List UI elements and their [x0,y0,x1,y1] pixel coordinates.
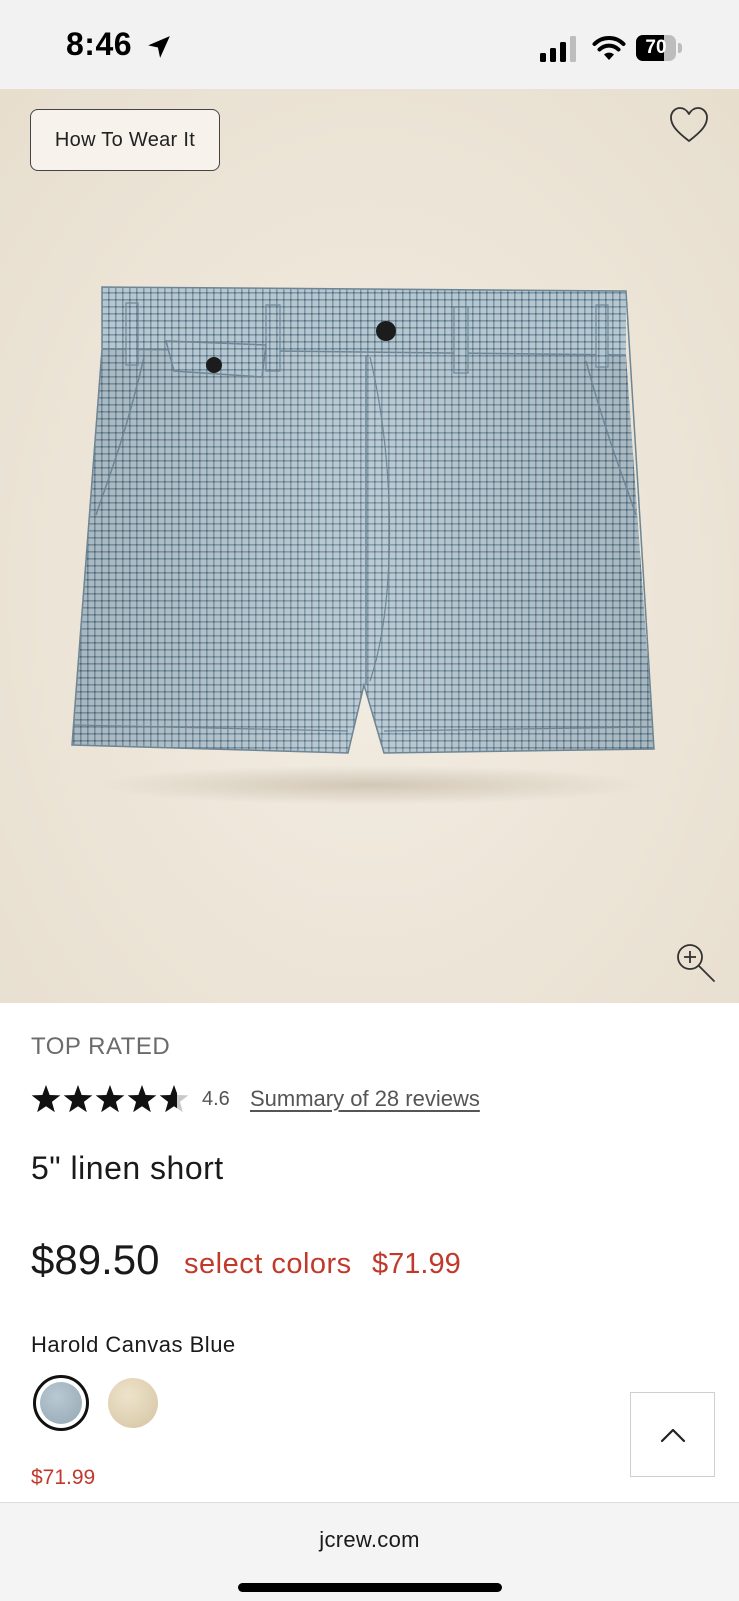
star-icon [127,1085,157,1113]
status-time: 8:46 [66,26,133,62]
color-swatch-beige[interactable] [108,1378,158,1428]
star-icon [31,1085,61,1113]
star-icon [95,1085,125,1113]
battery-icon: 70 [636,35,682,61]
zoom-in-icon[interactable] [674,941,718,985]
location-arrow-icon [148,36,170,58]
scroll-to-top-button[interactable] [630,1392,715,1477]
rating-value: 4.6 [202,1088,230,1110]
product-name: 5" linen short [31,1150,224,1186]
rating-stars [31,1085,189,1113]
star-icon [63,1085,93,1113]
color-swatch-harold-canvas-blue[interactable] [33,1375,89,1431]
sale-price: $71.99 [372,1248,461,1280]
heart-icon[interactable] [668,105,710,145]
signal-icon [540,36,576,62]
shorts-image [71,286,655,754]
how-to-wear-button[interactable]: How To Wear It [30,109,220,171]
wifi-icon [592,36,626,60]
sale-label: select colors [184,1248,352,1280]
home-indicator[interactable] [238,1583,502,1592]
product-image[interactable]: How To Wear It [0,89,739,1003]
top-rated-badge: TOP RATED [31,1033,171,1060]
regular-price: $89.50 [31,1236,160,1283]
battery-level: 70 [645,37,667,58]
address-bar-url[interactable]: jcrew.com [0,1527,739,1553]
status-bar: 8:46 70 [0,0,739,89]
browser-bottom-bar: jcrew.com [0,1502,739,1601]
selected-color-name: Harold Canvas Blue [31,1332,236,1357]
swatch-price: $71.99 [31,1466,96,1489]
chevron-up-icon [660,1428,685,1442]
reviews-summary-link[interactable]: Summary of 28 reviews [250,1086,480,1112]
